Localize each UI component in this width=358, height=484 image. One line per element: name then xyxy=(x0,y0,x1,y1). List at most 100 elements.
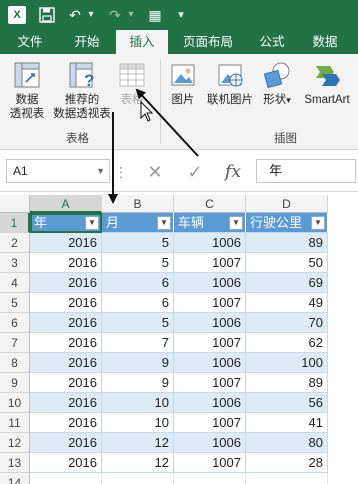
cell-year[interactable]: 2016 xyxy=(30,393,102,413)
cell-year[interactable]: 2016 xyxy=(30,313,102,333)
tab-page-layout[interactable]: 页面布局 xyxy=(172,30,244,54)
filter-dropdown-icon[interactable]: ▼ xyxy=(157,216,171,230)
cell-vehicle[interactable]: 1006 xyxy=(174,353,246,373)
cell-vehicle[interactable]: 1006 xyxy=(174,433,246,453)
row-header[interactable]: 2 xyxy=(0,233,30,253)
cell-year[interactable]: 2016 xyxy=(30,293,102,313)
row-header[interactable]: 5 xyxy=(0,293,30,313)
row-header[interactable]: 13 xyxy=(0,453,30,473)
cell-vehicle[interactable]: 1007 xyxy=(174,333,246,353)
header-cell-vehicle[interactable]: 车辆 ▼ xyxy=(174,213,246,233)
cell-month[interactable]: 10 xyxy=(102,393,174,413)
redo-icon[interactable]: ↷ xyxy=(106,5,124,25)
cell-vehicle[interactable]: 1006 xyxy=(174,273,246,293)
cell-km[interactable]: 62 xyxy=(246,333,328,353)
cell-km[interactable]: 50 xyxy=(246,253,328,273)
cell-month[interactable]: 6 xyxy=(102,293,174,313)
cell-month[interactable]: 5 xyxy=(102,253,174,273)
select-all-corner[interactable] xyxy=(0,195,30,213)
cell-year[interactable]: 2016 xyxy=(30,273,102,293)
cell-vehicle[interactable]: 1007 xyxy=(174,453,246,473)
pictures-button[interactable]: 图片 xyxy=(166,60,200,107)
cell-km[interactable]: 80 xyxy=(246,433,328,453)
cell-month[interactable]: 10 xyxy=(102,413,174,433)
row-header[interactable]: 10 xyxy=(0,393,30,413)
header-cell-month[interactable]: 月 ▼ xyxy=(102,213,174,233)
cell-vehicle[interactable]: 1007 xyxy=(174,413,246,433)
tab-file[interactable]: 文件 xyxy=(6,30,54,54)
row-header[interactable]: 6 xyxy=(0,313,30,333)
cell-month[interactable]: 5 xyxy=(102,233,174,253)
tab-home[interactable]: 开始 xyxy=(62,30,112,54)
row-header[interactable]: 12 xyxy=(0,433,30,453)
filter-dropdown-icon[interactable]: ▼ xyxy=(311,216,325,230)
cell-vehicle[interactable]: 1006 xyxy=(174,393,246,413)
cell-month[interactable]: 12 xyxy=(102,433,174,453)
cell-km[interactable]: 100 xyxy=(246,353,328,373)
table-button[interactable]: 表格 xyxy=(114,60,150,107)
cell-vehicle[interactable]: 1007 xyxy=(174,253,246,273)
cancel-icon[interactable]: ✕ xyxy=(144,162,166,182)
shapes-button[interactable]: 形状▾ xyxy=(260,60,294,107)
insert-function-icon[interactable]: fx xyxy=(220,162,246,182)
row-header[interactable]: 7 xyxy=(0,333,30,353)
cell-month[interactable]: 6 xyxy=(102,273,174,293)
tab-data[interactable]: 数据 xyxy=(302,30,348,54)
cell-year[interactable]: 2016 xyxy=(30,233,102,253)
cell-vehicle[interactable]: 1007 xyxy=(174,373,246,393)
cell-year[interactable]: 2016 xyxy=(30,373,102,393)
cell-year[interactable]: 2016 xyxy=(30,433,102,453)
cell-vehicle[interactable]: 1006 xyxy=(174,313,246,333)
row-header[interactable]: 9 xyxy=(0,373,30,393)
border-grid-icon[interactable]: ▦ xyxy=(146,5,164,25)
tab-insert[interactable]: 插入 xyxy=(116,30,168,54)
cell-year[interactable]: 2016 xyxy=(30,413,102,433)
cell-vehicle[interactable]: 1006 xyxy=(174,233,246,253)
cell-month[interactable]: 7 xyxy=(102,333,174,353)
row-header[interactable]: 4 xyxy=(0,273,30,293)
cell-month[interactable]: 9 xyxy=(102,353,174,373)
undo-dropdown-icon[interactable]: ▾ xyxy=(86,5,96,25)
cell-km[interactable]: 56 xyxy=(246,393,328,413)
smartart-button[interactable]: SmartArt xyxy=(298,60,356,107)
column-header-d[interactable]: D xyxy=(246,195,328,213)
name-box[interactable]: A1 ▼ xyxy=(6,159,110,183)
row-header[interactable]: 11 xyxy=(0,413,30,433)
header-cell-km[interactable]: 行驶公里 ▼ xyxy=(246,213,328,233)
save-icon[interactable] xyxy=(38,5,56,25)
online-pictures-button[interactable]: 联机图片 xyxy=(202,60,258,107)
row-header[interactable]: 3 xyxy=(0,253,30,273)
filter-dropdown-icon[interactable]: ▼ xyxy=(85,216,99,230)
header-cell-year[interactable]: 年 ▼ xyxy=(30,213,102,233)
cell-year[interactable]: 2016 xyxy=(30,453,102,473)
cell-month[interactable]: 5 xyxy=(102,313,174,333)
cell-km[interactable]: 41 xyxy=(246,413,328,433)
redo-dropdown-icon[interactable]: ▾ xyxy=(126,5,136,25)
column-header-a[interactable]: A xyxy=(30,195,102,213)
row-header[interactable]: 8 xyxy=(0,353,30,373)
empty-cell[interactable] xyxy=(102,473,174,484)
cell-km[interactable]: 69 xyxy=(246,273,328,293)
name-box-dropdown-icon[interactable]: ▼ xyxy=(96,160,105,182)
enter-icon[interactable]: ✓ xyxy=(184,162,206,182)
worksheet-grid[interactable]: A B C D 1 年 ▼ 月 ▼ 车辆 ▼ 行驶公里 ▼ 2 2016 5 1006… xyxy=(0,195,358,484)
cell-vehicle[interactable]: 1007 xyxy=(174,293,246,313)
cell-km[interactable]: 89 xyxy=(246,373,328,393)
cell-month[interactable]: 12 xyxy=(102,453,174,473)
row-header[interactable]: 1 xyxy=(0,213,30,233)
empty-cell[interactable] xyxy=(30,473,102,484)
cell-km[interactable]: 28 xyxy=(246,453,328,473)
formula-bar-grip-icon[interactable]: ⋮ xyxy=(114,162,128,182)
cell-km[interactable]: 70 xyxy=(246,313,328,333)
tab-formulas[interactable]: 公式 xyxy=(250,30,294,54)
cell-month[interactable]: 9 xyxy=(102,373,174,393)
pivot-table-button[interactable]: 数据 透视表 xyxy=(4,60,50,121)
cell-year[interactable]: 2016 xyxy=(30,253,102,273)
cell-km[interactable]: 89 xyxy=(246,233,328,253)
cell-year[interactable]: 2016 xyxy=(30,353,102,373)
undo-icon[interactable]: ↶ xyxy=(66,5,84,25)
cell-km[interactable]: 49 xyxy=(246,293,328,313)
empty-cell[interactable] xyxy=(174,473,246,484)
customize-toolbar-icon[interactable]: ▾ xyxy=(174,5,188,25)
recommended-pivot-button[interactable]: ? 推荐的 数据透视表 xyxy=(52,60,112,121)
